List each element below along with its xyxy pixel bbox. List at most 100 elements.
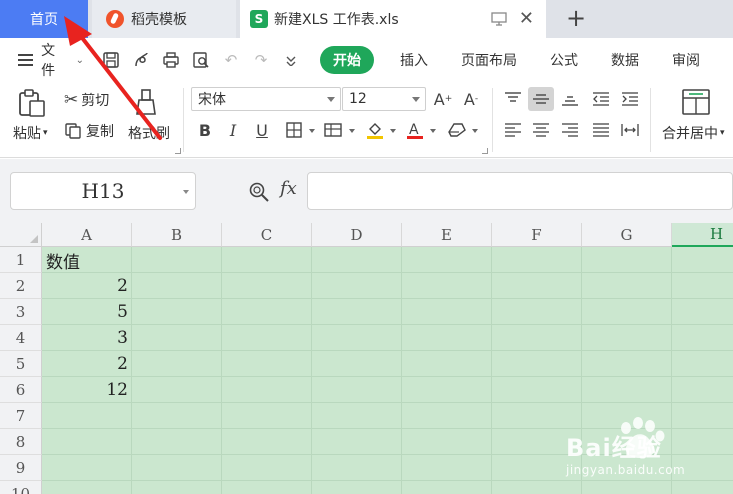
cell-a3[interactable]: 5 (42, 299, 132, 325)
column-header-b[interactable]: B (132, 223, 222, 247)
undo-icon[interactable]: ↶ (220, 49, 242, 71)
cell-style-dropdown-icon[interactable] (349, 129, 355, 133)
formula-input[interactable] (307, 172, 733, 210)
font-color-icon[interactable]: A (402, 118, 428, 142)
fill-color-dropdown-icon[interactable] (390, 129, 396, 133)
tab-start[interactable]: 开始 (320, 46, 374, 74)
align-top-icon[interactable] (500, 87, 526, 111)
font-launcher-icon[interactable] (482, 148, 488, 154)
decrease-font-icon[interactable]: A- (458, 87, 484, 111)
tab-data[interactable]: 数据 (611, 50, 639, 70)
tab-spreadsheet[interactable]: S 新建XLS 工作表.xls ✕ (240, 0, 546, 38)
column-header-d[interactable]: D (312, 223, 402, 247)
redo-icon[interactable]: ↷ (250, 49, 272, 71)
name-box[interactable]: H13 (10, 172, 196, 210)
copy-label: 复制 (86, 124, 114, 140)
cell-a6[interactable]: 12 (42, 377, 132, 403)
paste-label: 粘贴 (13, 126, 41, 142)
merge-center-button[interactable]: 合并居中 ▾ (662, 123, 725, 143)
clipboard-launcher-icon[interactable] (175, 148, 181, 154)
close-tab-icon[interactable]: ✕ (519, 10, 534, 28)
watermark-brand: Bai经验 (566, 434, 662, 462)
fill-color-icon[interactable] (362, 118, 388, 142)
clear-format-dropdown-icon[interactable] (472, 129, 478, 133)
column-header-a[interactable]: A (42, 223, 132, 247)
row-header-5[interactable]: 5 (0, 351, 42, 377)
pin-window-icon[interactable] (491, 12, 507, 26)
ribbon-tabs: 开始 插入 页面布局 公式 数据 审阅 (320, 46, 733, 74)
column-header-c[interactable]: C (222, 223, 312, 247)
bold-icon[interactable]: B (192, 118, 218, 142)
cell-a2[interactable]: 2 (42, 273, 132, 299)
print-preview-icon[interactable] (190, 49, 212, 71)
row-header-3[interactable]: 3 (0, 299, 42, 325)
zoom-function-icon[interactable] (248, 181, 270, 203)
copy-button[interactable]: 复制 (64, 121, 114, 141)
merge-center-icon[interactable] (681, 88, 711, 116)
row-header-4[interactable]: 4 (0, 325, 42, 351)
svg-text:A: A (409, 122, 419, 138)
chevron-down-icon (412, 97, 420, 102)
column-header-e[interactable]: E (402, 223, 492, 247)
output-pdf-icon[interactable] (130, 49, 152, 71)
new-tab-button[interactable]: + (566, 4, 586, 32)
insert-function-button[interactable]: fx (280, 178, 297, 199)
column-header-g[interactable]: G (582, 223, 672, 247)
print-icon[interactable] (160, 49, 182, 71)
merge-center-dropdown-icon: ▾ (720, 128, 725, 138)
select-all-button[interactable] (0, 223, 42, 247)
tab-review[interactable]: 审阅 (672, 50, 700, 70)
align-bottom-icon[interactable] (557, 87, 583, 111)
align-right-icon[interactable] (557, 118, 583, 142)
row-header-6[interactable]: 6 (0, 377, 42, 403)
row-header-10[interactable]: 10 (0, 481, 42, 494)
column-header-f[interactable]: F (492, 223, 582, 247)
tab-formulas[interactable]: 公式 (550, 50, 578, 70)
row-header-9[interactable]: 9 (0, 455, 42, 481)
borders-icon[interactable] (281, 118, 307, 142)
increase-indent-icon[interactable] (617, 87, 643, 111)
tab-page-layout[interactable]: 页面布局 (461, 50, 517, 70)
clear-format-icon[interactable] (444, 118, 470, 142)
spreadsheet-file-icon: S (250, 10, 268, 28)
tab-insert[interactable]: 插入 (400, 50, 428, 70)
cell-a4[interactable]: 3 (42, 325, 132, 351)
align-middle-icon[interactable] (528, 87, 554, 111)
paste-icon[interactable] (16, 87, 48, 119)
decrease-indent-icon[interactable] (588, 87, 614, 111)
underline-icon[interactable]: U (249, 118, 275, 142)
align-center-icon[interactable] (528, 118, 554, 142)
font-size-select[interactable]: 12 (342, 87, 426, 111)
name-box-value: H13 (81, 179, 125, 203)
tab-docer-templates[interactable]: 稻壳模板 (92, 0, 236, 38)
italic-icon[interactable]: I (220, 118, 246, 142)
column-header-h[interactable]: H (672, 223, 733, 247)
hamburger-icon (18, 54, 34, 66)
paste-button[interactable]: 粘贴 ▾ (13, 123, 48, 143)
font-size-value: 12 (349, 91, 367, 107)
justify-icon[interactable] (588, 118, 614, 142)
cut-button[interactable]: ✂ 剪切 (64, 90, 109, 110)
borders-dropdown-icon[interactable] (309, 129, 315, 133)
increase-font-icon[interactable]: A + (430, 87, 456, 111)
cell-a1[interactable]: 数值 (42, 247, 132, 273)
align-left-icon[interactable] (500, 118, 526, 142)
font-name-select[interactable]: 宋体 (191, 87, 341, 111)
row-header-1[interactable]: 1 (0, 247, 42, 273)
distribute-icon[interactable] (617, 118, 643, 142)
cell-a5[interactable]: 2 (42, 351, 132, 377)
row-header-8[interactable]: 8 (0, 429, 42, 455)
file-menu-button[interactable]: 文件 ⌄ (18, 40, 84, 80)
format-painter-icon[interactable] (136, 88, 164, 116)
row-header-7[interactable]: 7 (0, 403, 42, 429)
format-painter-label: 格式刷 (128, 126, 170, 142)
row-header-2[interactable]: 2 (0, 273, 42, 299)
tab-home[interactable]: 首页 (0, 0, 88, 38)
format-painter-button[interactable]: 格式刷 (128, 123, 170, 143)
cell-style-icon[interactable] (320, 118, 346, 142)
save-icon[interactable] (100, 49, 122, 71)
font-color-dropdown-icon[interactable] (430, 129, 436, 133)
chevron-down-icon (183, 190, 189, 194)
ribbon-home: 粘贴 ▾ ✂ 剪切 复制 格式刷 宋体 12 A + A- B I U A 合并… (0, 82, 733, 158)
customize-toolbar-icon[interactable] (280, 49, 302, 71)
